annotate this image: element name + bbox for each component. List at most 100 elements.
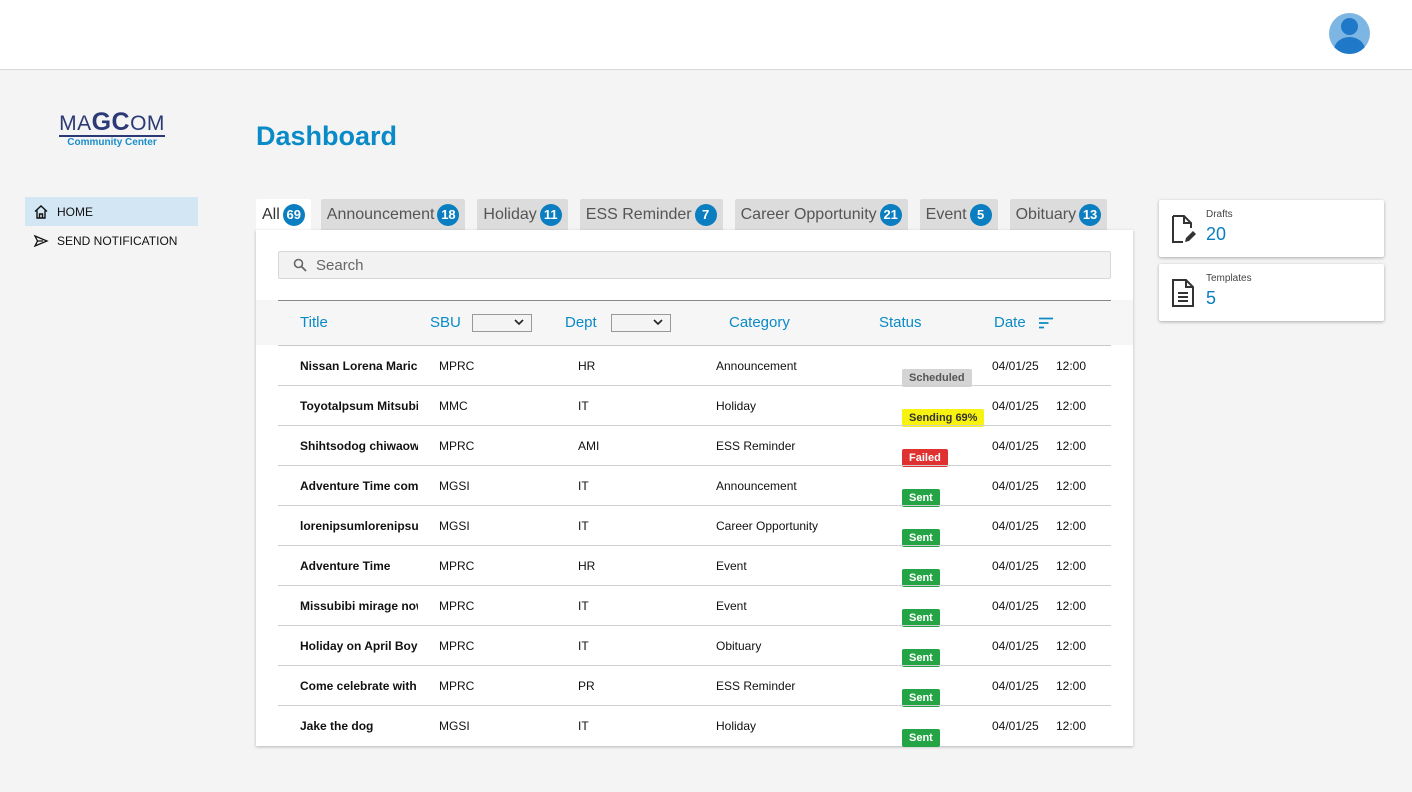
tab-label: Event bbox=[925, 205, 967, 223]
cell-dept: HR bbox=[578, 559, 596, 573]
sidebar-item-label: HOME bbox=[57, 204, 93, 219]
cell-sbu: MPRC bbox=[439, 559, 475, 573]
cell-title: Holiday on April Boy bbox=[300, 639, 418, 653]
cell-sbu: MPRC bbox=[439, 439, 475, 453]
tab-label: Career Opportunity bbox=[740, 205, 877, 223]
tab-label: Obituary bbox=[1015, 205, 1077, 223]
cell-dept: IT bbox=[578, 719, 589, 733]
cell-time: 12:00 bbox=[1056, 599, 1087, 613]
cell-title: Adventure Time come on bbox=[300, 479, 418, 493]
table-row[interactable]: Nissan Lorena Maric MPRC HR Announcement 04/… bbox=[278, 345, 1111, 387]
cell-date: 04/01/25 bbox=[992, 519, 1039, 533]
tab-holiday[interactable]: Holiday 11 bbox=[477, 199, 568, 230]
tab-announcement[interactable]: Announcement 18 bbox=[320, 199, 466, 230]
cell-date: 04/01/25 bbox=[992, 479, 1039, 493]
cell-time: 12:00 bbox=[1056, 639, 1087, 653]
cell-time: 12:00 bbox=[1056, 519, 1087, 533]
cell-sbu: MGSI bbox=[439, 479, 470, 493]
tab-event[interactable]: Event 5 bbox=[919, 199, 998, 230]
cell-category: Obituary bbox=[716, 639, 762, 653]
count-badge: 18 bbox=[437, 203, 460, 226]
cell-date: 04/01/25 bbox=[992, 439, 1039, 453]
column-header-dept[interactable]: Dept bbox=[565, 314, 597, 331]
tab-label: All bbox=[262, 205, 280, 223]
sort-icon[interactable] bbox=[1039, 317, 1053, 329]
search-input[interactable] bbox=[316, 256, 1076, 274]
notifications-panel: Title SBU Dept Category Status Date Niss… bbox=[256, 230, 1133, 747]
column-header-status[interactable]: Status bbox=[879, 314, 922, 331]
logo-wordmark: MAGCOM bbox=[59, 108, 165, 137]
page-title: Dashboard bbox=[256, 121, 398, 151]
cell-title: Missubibi mirage now bbox=[300, 599, 418, 613]
cell-time: 12:00 bbox=[1056, 559, 1087, 573]
cell-sbu: MPRC bbox=[439, 679, 475, 693]
sidebar-item-home[interactable]: HOME bbox=[25, 197, 198, 226]
sidebar-item-send-notification[interactable]: SEND NOTIFICATION bbox=[25, 226, 198, 255]
cell-date: 04/01/25 bbox=[992, 639, 1039, 653]
category-tabs: All 69 Announcement 18 Holiday 11 ESS Remin… bbox=[256, 199, 1108, 230]
column-header-title[interactable]: Title bbox=[300, 314, 328, 331]
cell-sbu: MPRC bbox=[439, 599, 475, 613]
table-row[interactable]: Adventure Time come on MGSI IT Announcement… bbox=[278, 465, 1111, 507]
cell-dept: IT bbox=[578, 399, 589, 413]
tab-obituary[interactable]: Obituary 13 bbox=[1009, 199, 1108, 230]
card-value: 5 bbox=[1206, 288, 1217, 308]
cell-sbu: MPRC bbox=[439, 359, 475, 373]
table-row[interactable]: ToyotaIpsum Mitsubishi MMC IT Holiday 04/01/… bbox=[278, 385, 1111, 427]
header-divider bbox=[278, 300, 1111, 301]
chevron-down-icon bbox=[653, 319, 663, 326]
cell-dept: IT bbox=[578, 639, 589, 653]
table-row[interactable]: lorenipsumlorenipsum MGSI IT Career Opportu… bbox=[278, 505, 1111, 547]
cell-time: 12:00 bbox=[1056, 399, 1087, 413]
cell-sbu: MGSI bbox=[439, 519, 470, 533]
count-badge: 7 bbox=[694, 203, 717, 226]
top-bar bbox=[0, 0, 1412, 70]
templates-card[interactable]: Templates 5 bbox=[1159, 264, 1384, 321]
chevron-down-icon bbox=[514, 319, 524, 326]
cell-date: 04/01/25 bbox=[992, 679, 1039, 693]
column-header-category[interactable]: Category bbox=[729, 314, 790, 331]
tab-label: Announcement bbox=[326, 205, 435, 223]
table-row[interactable]: Come celebrate with MPRC PR ESS Reminder 04/… bbox=[278, 665, 1111, 707]
tab-career-opportunity[interactable]: Career Opportunity 21 bbox=[734, 199, 908, 230]
cell-title: Shihtsodog chiwaowa bbox=[300, 439, 418, 453]
cell-dept: HR bbox=[578, 359, 596, 373]
cell-sbu: MGSI bbox=[439, 719, 470, 733]
tab-ess-reminder[interactable]: ESS Reminder 7 bbox=[579, 199, 723, 230]
cell-title: ToyotaIpsum Mitsubishi bbox=[300, 399, 418, 413]
cell-date: 04/01/25 bbox=[992, 359, 1039, 373]
tab-label: ESS Reminder bbox=[585, 205, 692, 223]
table-row[interactable]: Adventure Time MPRC HR Event 04/01/25 12:00 Se… bbox=[278, 545, 1111, 587]
drafts-card[interactable]: Drafts 20 bbox=[1159, 200, 1384, 257]
draft-file-icon bbox=[1172, 215, 1196, 243]
cell-date: 04/01/25 bbox=[992, 599, 1039, 613]
column-header-sbu[interactable]: SBU bbox=[430, 314, 461, 331]
logo-subtitle: Community Center bbox=[67, 137, 157, 148]
cell-title: Nissan Lorena Maric bbox=[300, 359, 418, 373]
cell-dept: IT bbox=[578, 519, 589, 533]
tab-all[interactable]: All 69 bbox=[256, 199, 311, 230]
cell-date: 04/01/25 bbox=[992, 559, 1039, 573]
table-row[interactable]: Shihtsodog chiwaowa MPRC AMI ESS Reminder 04… bbox=[278, 425, 1111, 467]
cell-title: lorenipsumlorenipsum bbox=[300, 519, 418, 533]
tab-label: Holiday bbox=[483, 205, 537, 223]
user-avatar-icon[interactable] bbox=[1329, 13, 1370, 54]
sbu-filter-select[interactable] bbox=[472, 314, 532, 332]
table-row[interactable]: Missubibi mirage now MPRC IT Event 04/01/25 1… bbox=[278, 585, 1111, 627]
table-row[interactable]: Holiday on April Boy MPRC IT Obituary 04/01/… bbox=[278, 625, 1111, 667]
cell-category: Announcement bbox=[716, 479, 797, 493]
sidebar-item-label: SEND NOTIFICATION bbox=[57, 233, 178, 248]
logo[interactable]: MAGCOM Community Center bbox=[56, 108, 168, 149]
status-badge: Sent bbox=[902, 729, 940, 747]
column-header-date[interactable]: Date bbox=[994, 314, 1026, 331]
cell-time: 12:00 bbox=[1056, 719, 1087, 733]
cell-title: Jake the dog bbox=[300, 719, 374, 733]
table-row[interactable]: Jake the dog MGSI IT Holiday 04/01/25 12:00 Se… bbox=[278, 705, 1111, 747]
count-badge: 21 bbox=[879, 203, 902, 226]
card-label: Templates bbox=[1206, 273, 1252, 284]
cell-time: 12:00 bbox=[1056, 359, 1087, 373]
search-icon bbox=[293, 258, 307, 272]
cell-category: ESS Reminder bbox=[716, 679, 796, 693]
cell-category: Event bbox=[716, 559, 747, 573]
dept-filter-select[interactable] bbox=[611, 314, 671, 332]
